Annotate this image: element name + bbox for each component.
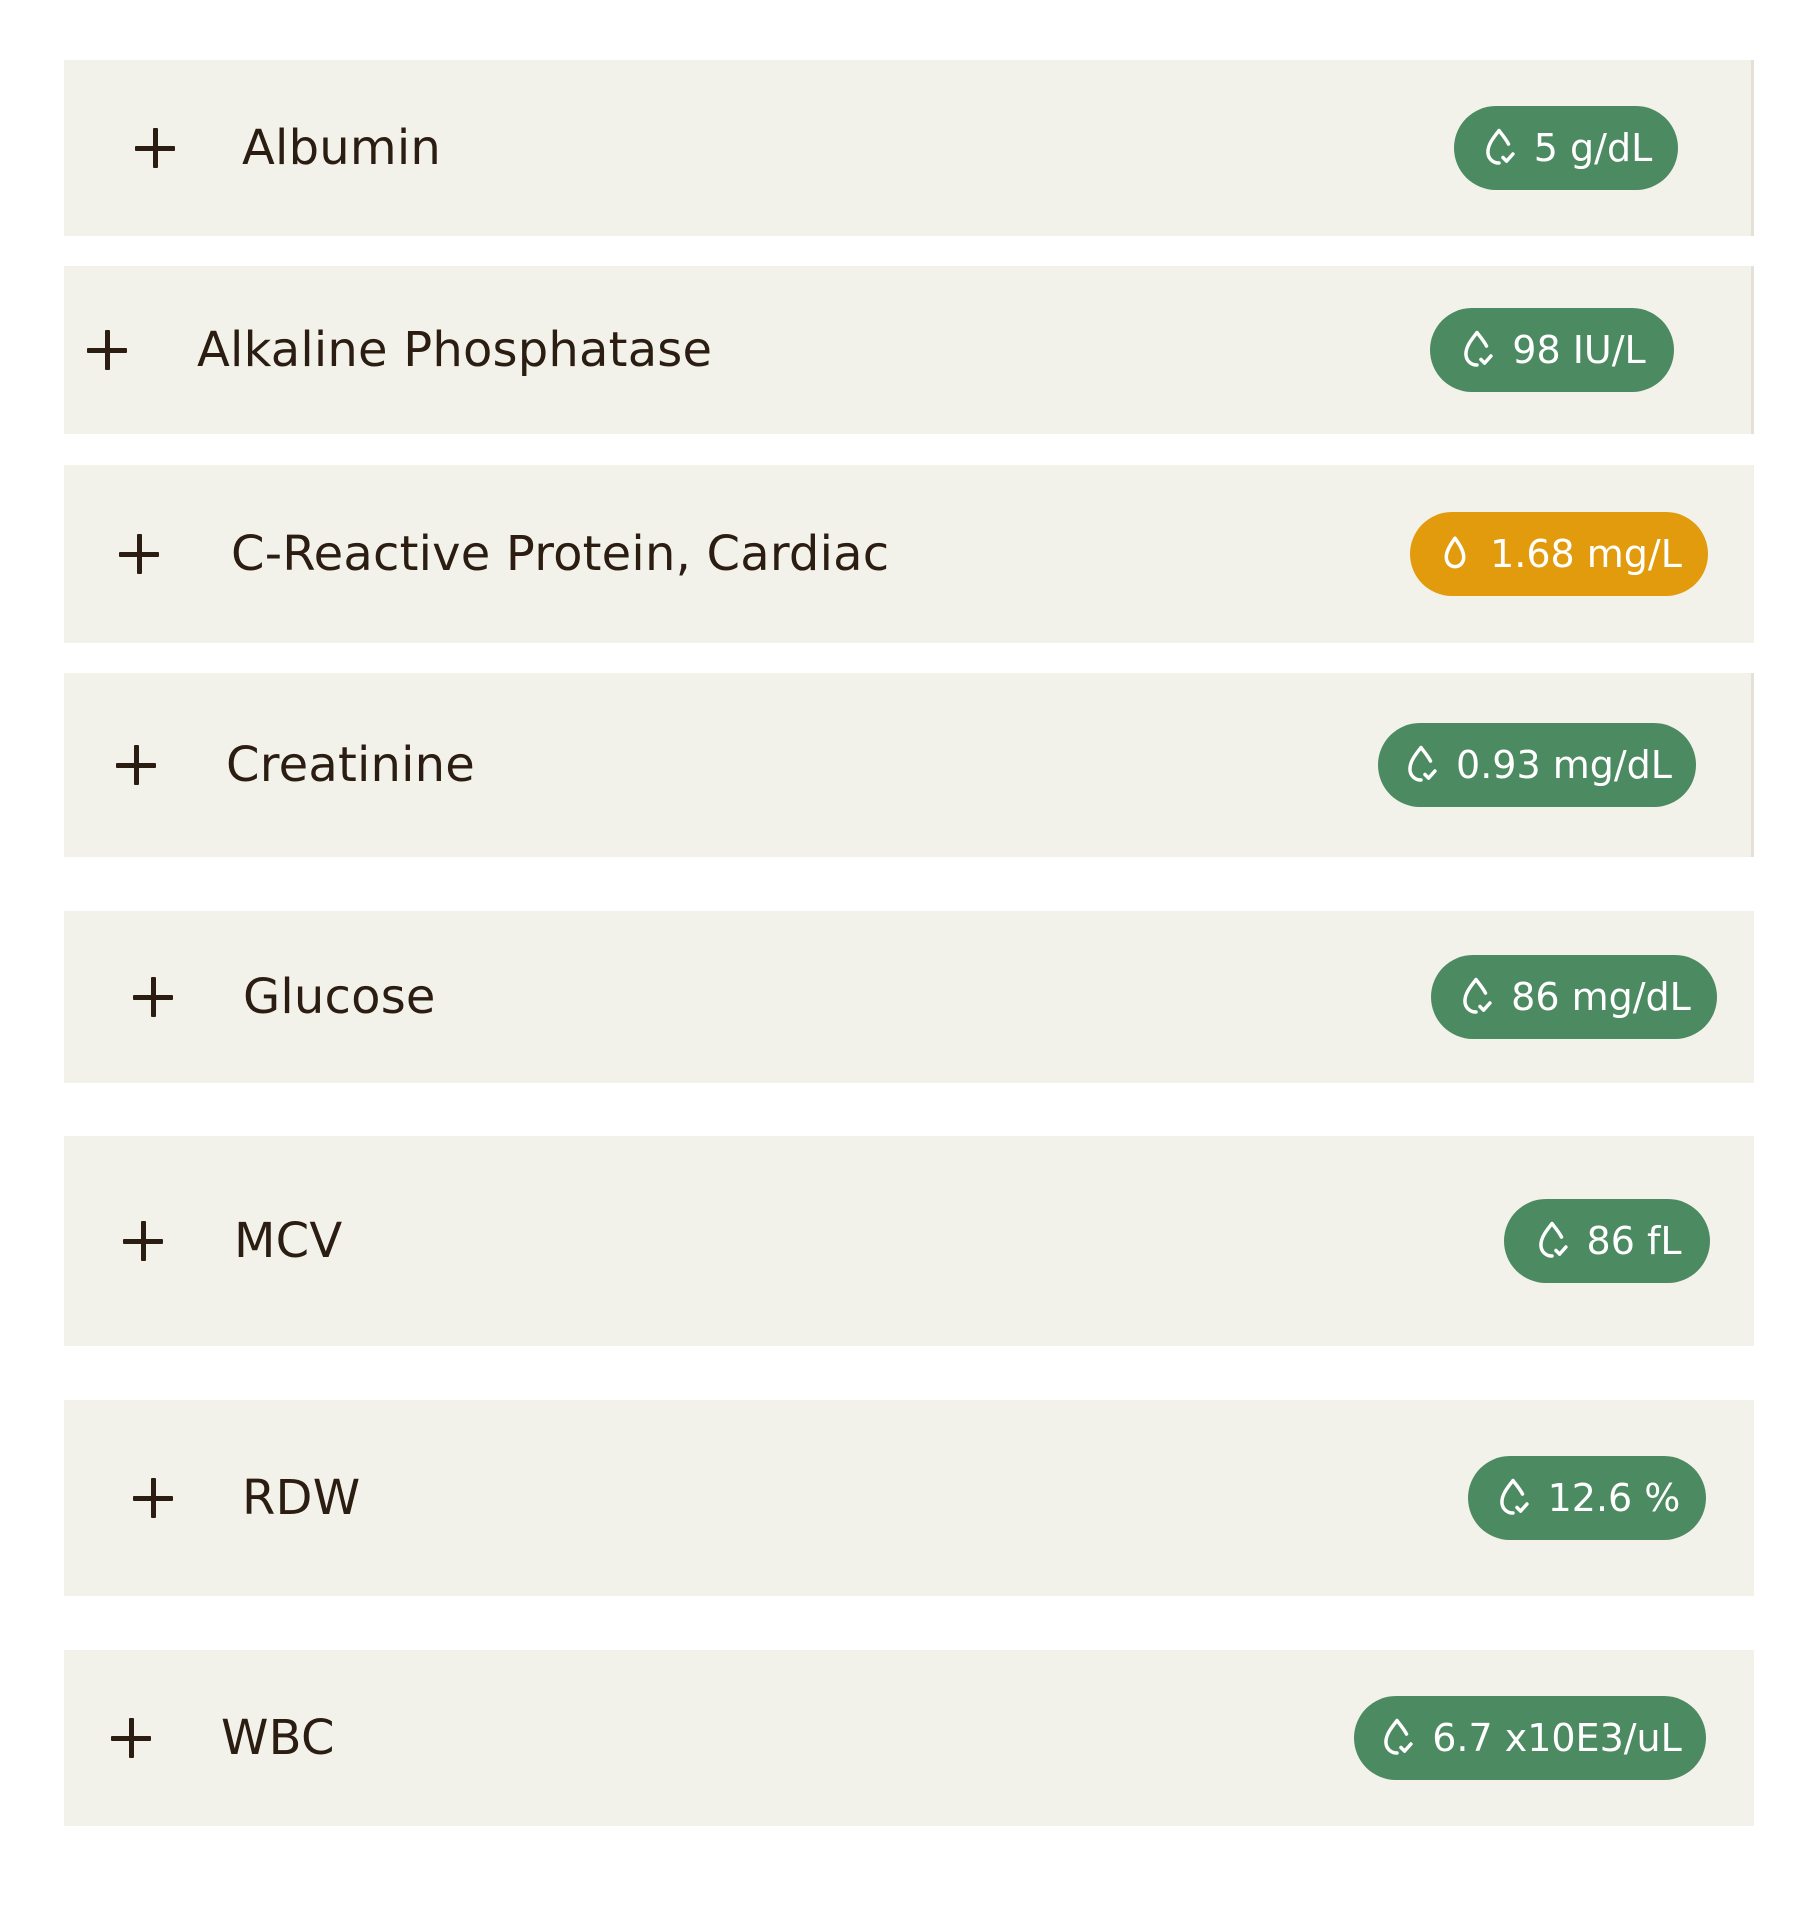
biomarker-name: C-Reactive Protein, Cardiac <box>231 526 890 582</box>
biomarker-row-wbc[interactable]: WBC 6.7 x10E3/uL <box>64 1650 1754 1826</box>
result-badge: 12.6 % <box>1468 1456 1706 1540</box>
result-value: 5 g/dL <box>1533 126 1653 170</box>
expand-plus-icon[interactable] <box>87 330 127 370</box>
result-value: 12.6 % <box>1547 1476 1681 1520</box>
result-badge: 0.93 mg/dL <box>1378 723 1696 807</box>
biomarker-row-rdw[interactable]: RDW 12.6 % <box>64 1400 1754 1596</box>
expand-plus-icon[interactable] <box>135 128 175 168</box>
drop-check-icon <box>1463 977 1492 1014</box>
result-value: 0.93 mg/dL <box>1456 743 1672 787</box>
biomarker-name: RDW <box>242 1470 361 1526</box>
drop-check-icon <box>1538 1221 1568 1258</box>
expand-plus-icon[interactable] <box>133 1478 173 1518</box>
biomarker-name: Alkaline Phosphatase <box>197 322 713 378</box>
drop-check-icon <box>1384 1718 1413 1755</box>
expand-plus-icon[interactable] <box>119 534 159 574</box>
result-badge: 86 fL <box>1504 1199 1710 1283</box>
result-badge: 98 IU/L <box>1430 308 1674 392</box>
result-value: 86 fL <box>1586 1219 1682 1263</box>
biomarker-row-albumin[interactable]: Albumin 5 g/dL <box>64 60 1754 236</box>
biomarker-row-alkaline-phosphatase[interactable]: Alkaline Phosphatase 98 IU/L <box>64 266 1754 434</box>
expand-plus-icon[interactable] <box>133 977 173 1017</box>
drop-icon <box>1444 536 1466 569</box>
result-value: 6.7 x10E3/uL <box>1432 1716 1682 1760</box>
expand-plus-icon[interactable] <box>123 1221 163 1261</box>
expand-plus-icon[interactable] <box>116 745 156 785</box>
biomarker-row-creatinine[interactable]: Creatinine 0.93 mg/dL <box>64 673 1754 857</box>
biomarker-row-c-reactive-protein[interactable]: C-Reactive Protein, Cardiac 1.68 mg/L <box>64 465 1754 643</box>
biomarker-name: MCV <box>234 1213 343 1269</box>
result-badge: 1.68 mg/L <box>1410 512 1708 596</box>
result-value: 1.68 mg/L <box>1490 532 1682 576</box>
result-badge: 6.7 x10E3/uL <box>1354 1696 1706 1780</box>
drop-check-icon <box>1464 330 1493 367</box>
expand-plus-icon[interactable] <box>111 1718 151 1758</box>
biomarker-row-glucose[interactable]: Glucose 86 mg/dL <box>64 911 1754 1083</box>
result-badge: 5 g/dL <box>1454 106 1678 190</box>
result-value: 86 mg/dL <box>1511 975 1691 1019</box>
result-value: 98 IU/L <box>1512 328 1646 372</box>
drop-check-icon <box>1499 1478 1529 1515</box>
result-badge: 86 mg/dL <box>1431 955 1717 1039</box>
drop-check-icon <box>1485 128 1515 165</box>
drop-check-icon <box>1408 745 1437 782</box>
biomarker-name: Glucose <box>243 969 436 1025</box>
biomarker-name: Albumin <box>242 120 441 176</box>
biomarker-row-mcv[interactable]: MCV 86 fL <box>64 1136 1754 1346</box>
biomarker-name: Creatinine <box>226 737 476 793</box>
biomarker-name: WBC <box>221 1710 335 1766</box>
